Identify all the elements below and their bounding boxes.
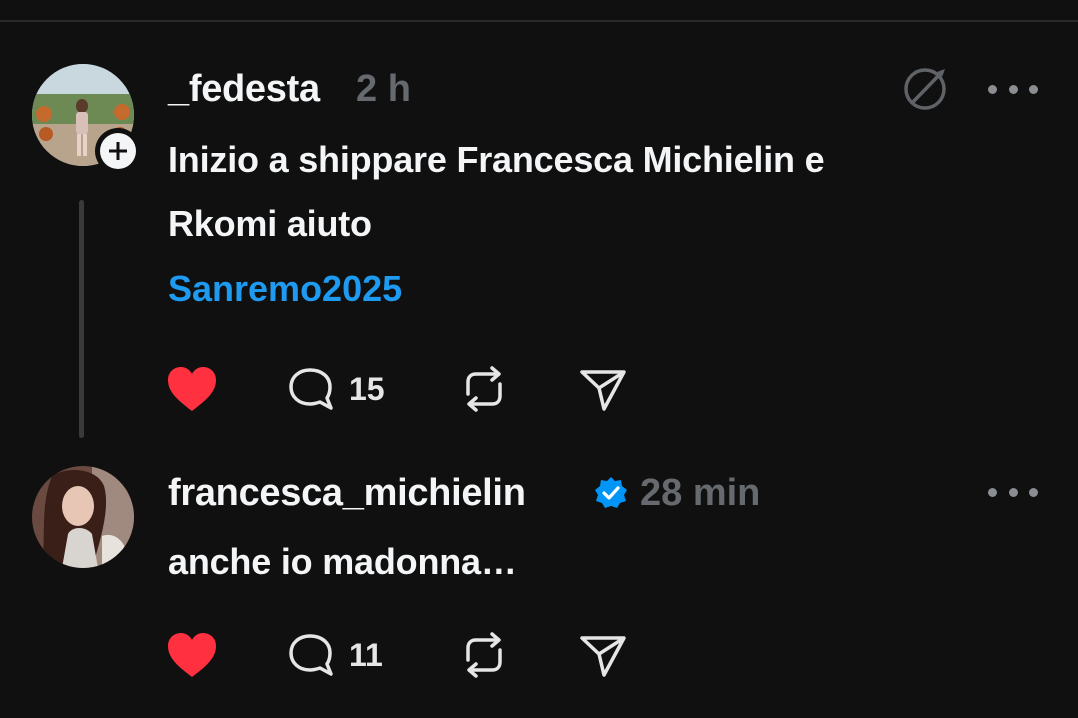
avatar[interactable] [32, 466, 134, 568]
share-icon[interactable] [578, 366, 628, 412]
post-text: anche io madonna… [168, 541, 517, 582]
username[interactable]: francesca_michielin [168, 472, 526, 515]
divider [0, 20, 1078, 22]
timestamp: 28 min [640, 472, 761, 514]
heart-icon[interactable] [166, 366, 218, 414]
more-icon[interactable] [988, 83, 1038, 95]
follow-button[interactable] [95, 128, 141, 174]
reply-count: 11 [349, 637, 383, 673]
verified-icon [595, 477, 627, 508]
heart-icon[interactable] [166, 632, 218, 680]
plus-icon [109, 142, 127, 160]
mute-icon[interactable] [902, 66, 950, 112]
repost-icon[interactable] [458, 630, 510, 680]
comment-icon[interactable] [287, 632, 337, 680]
timestamp: 2 h [356, 68, 411, 110]
repost-icon[interactable] [458, 364, 510, 414]
username[interactable]: _fedesta [168, 68, 320, 111]
reply-count: 15 [349, 371, 385, 407]
share-icon[interactable] [578, 632, 628, 678]
post-text-line-1: Inizio a shippare Francesca Michielin e [168, 139, 825, 180]
post-text-line-2: Rkomi aiuto [168, 203, 372, 244]
hashtag-link[interactable]: Sanremo2025 [168, 268, 402, 310]
more-icon[interactable] [988, 486, 1038, 498]
thread-line [79, 200, 84, 438]
threads-feed: _fedesta 2 h Inizio a shippare Francesca… [0, 0, 1078, 718]
comment-icon[interactable] [287, 366, 337, 414]
